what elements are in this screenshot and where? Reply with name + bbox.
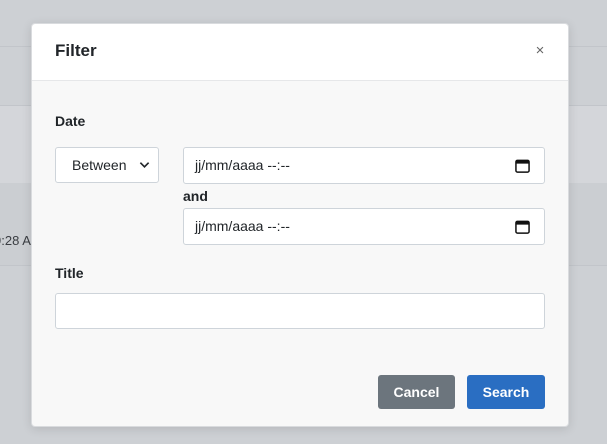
date-operator-select[interactable]: Between: [55, 147, 159, 183]
search-button[interactable]: Search: [467, 375, 545, 409]
date-to-value: jj/mm/aaaa --:--: [195, 218, 290, 234]
calendar-icon[interactable]: [515, 158, 530, 173]
modal-title: Filter: [55, 41, 97, 60]
date-operator-value: Between: [72, 157, 127, 173]
calendar-icon[interactable]: [515, 219, 530, 234]
chevron-down-icon: [139, 162, 150, 168]
filter-modal: Filter × Date Between jj/mm/aaaa --:-- a…: [31, 23, 569, 427]
title-input[interactable]: [55, 293, 545, 329]
date-label: Date: [55, 113, 86, 129]
modal-header: Filter ×: [32, 24, 568, 81]
close-icon[interactable]: ×: [532, 42, 548, 60]
date-to-input[interactable]: jj/mm/aaaa --:--: [183, 208, 545, 245]
date-from-value: jj/mm/aaaa --:--: [195, 157, 290, 173]
title-label: Title: [55, 265, 84, 281]
date-from-input[interactable]: jj/mm/aaaa --:--: [183, 147, 545, 184]
cancel-button[interactable]: Cancel: [378, 375, 455, 409]
background-row-time: 9:28 A: [0, 233, 31, 248]
connector-label: and: [183, 188, 208, 204]
